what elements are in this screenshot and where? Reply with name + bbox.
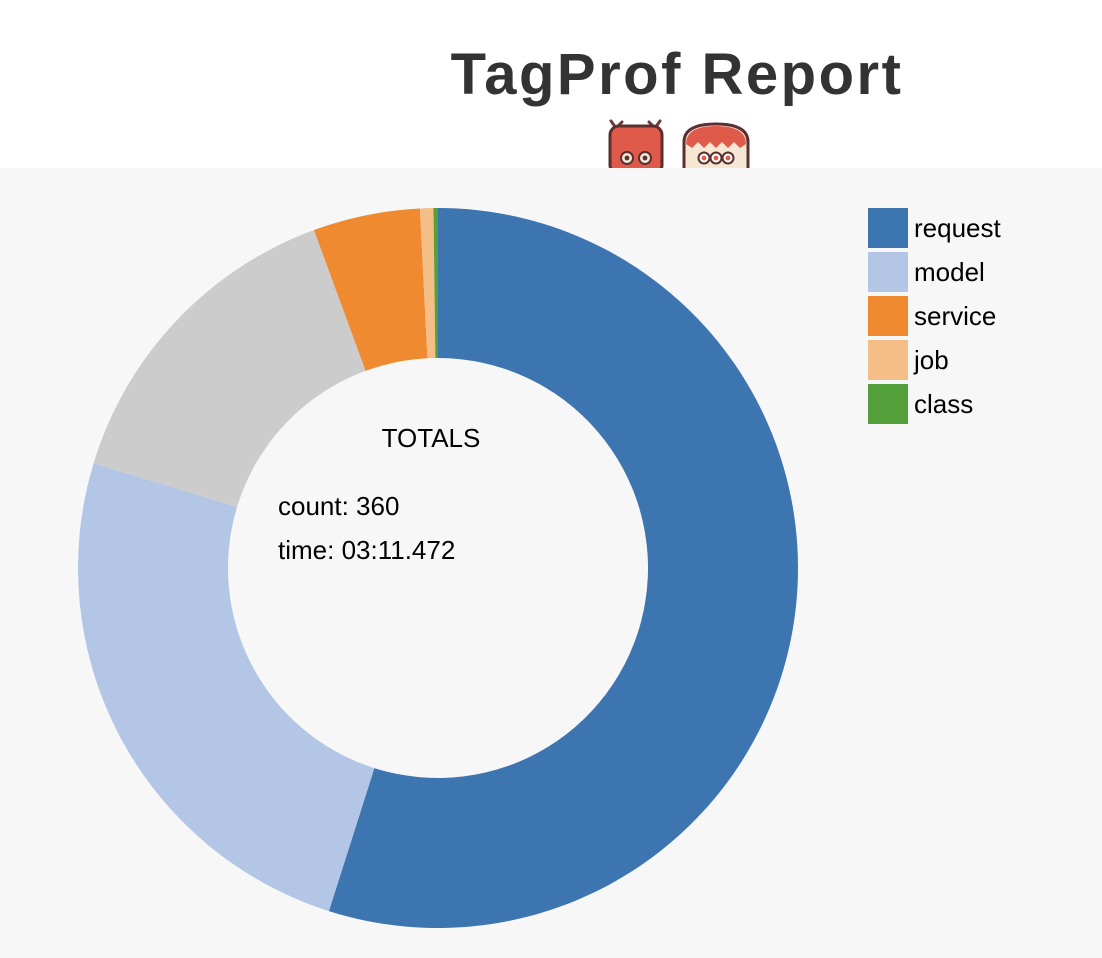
legend-label-request: request	[914, 213, 1001, 243]
legend-item-job[interactable]: job	[868, 340, 1088, 384]
report-header: TagProf Report	[0, 0, 1102, 168]
legend-item-service[interactable]: service	[868, 296, 1088, 340]
center-time: time: 03:11.472	[278, 535, 455, 565]
robot-helmet-icon	[682, 122, 750, 168]
center-count: count: 360	[278, 491, 399, 521]
legend-label-class: class	[914, 389, 974, 419]
logo-group	[608, 119, 750, 168]
legend-item-request[interactable]: request	[868, 208, 1088, 252]
page-title: TagProf Report	[450, 42, 904, 107]
slice-other[interactable]	[93, 230, 366, 507]
legend-item-class[interactable]: class	[868, 384, 1088, 428]
chart-legend: request model service job class	[868, 208, 1088, 428]
legend-label-job: job	[914, 345, 949, 375]
robot-antennae-icon	[608, 119, 664, 168]
center-heading: TOTALS	[382, 423, 481, 453]
legend-item-model[interactable]: model	[868, 252, 1088, 296]
legend-label-model: model	[914, 257, 985, 287]
legend-label-service: service	[914, 301, 997, 331]
legend-swatch-class	[868, 384, 908, 424]
legend-swatch-service	[868, 296, 908, 336]
legend-swatch-request	[868, 208, 908, 248]
legend-swatch-model	[868, 252, 908, 292]
slice-model[interactable]	[78, 463, 375, 912]
legend-swatch-job	[868, 340, 908, 380]
slices-group	[78, 208, 798, 928]
